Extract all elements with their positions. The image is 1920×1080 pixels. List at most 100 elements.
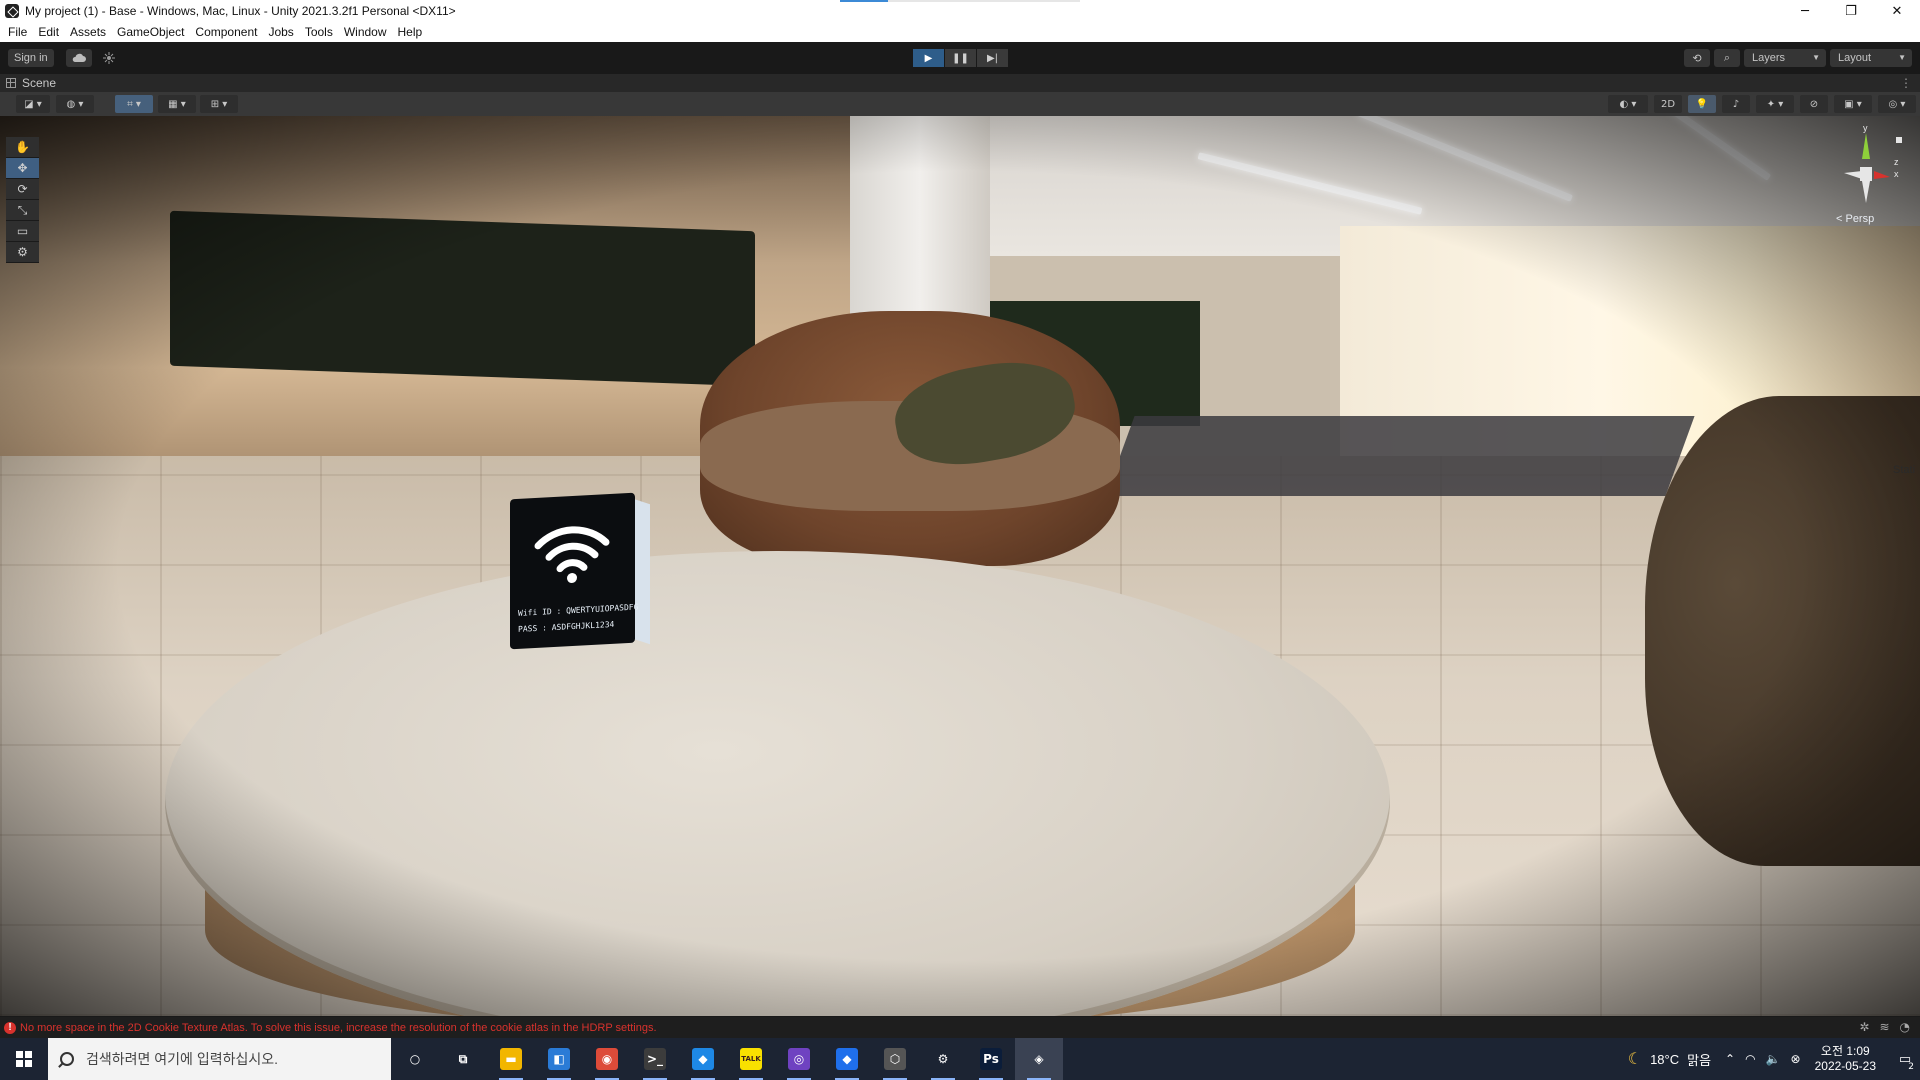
camera-settings-icon[interactable]: ▣ ▾ <box>1834 95 1872 113</box>
taskbar-photoshop-button[interactable]: Ps <box>967 1038 1015 1080</box>
layout-dropdown[interactable]: Layout ▼ <box>1830 49 1912 67</box>
layout-label: Layout <box>1838 52 1872 64</box>
menu-tools[interactable]: Tools <box>300 22 339 42</box>
bench-backrest <box>170 210 755 387</box>
taskbar-cortana-button[interactable]: ○ <box>391 1038 439 1080</box>
tab-scene[interactable]: Scene <box>6 74 56 92</box>
panel-menu-icon[interactable]: ⋮ <box>1900 76 1912 90</box>
scene-tools-overlay: ✋ ✥ ⟳ ⤡ ▭ ⚙ <box>6 137 39 263</box>
lighting-toggle-icon[interactable]: 💡 <box>1688 95 1716 113</box>
hidden-objects-icon[interactable]: ⊘ <box>1800 95 1828 113</box>
taskbar-sourcetree-button[interactable]: ◆ <box>823 1038 871 1080</box>
play-button[interactable]: ▶ <box>913 49 944 67</box>
toggle-2d-button[interactable]: 2D <box>1654 95 1682 113</box>
menu-edit[interactable]: Edit <box>33 22 65 42</box>
close-button[interactable]: ✕ <box>1874 0 1920 22</box>
cloud-icon[interactable] <box>66 49 92 67</box>
grid-toggle-icon[interactable]: ▦ ▾ <box>158 95 196 113</box>
stats-label: Stati <box>1893 464 1916 476</box>
render-mode-icon[interactable]: ◍ ▾ <box>56 95 94 113</box>
network-icon[interactable]: ◠ <box>1745 1052 1755 1066</box>
chevron-up-icon[interactable]: ⌃ <box>1725 1052 1735 1066</box>
weather-widget[interactable]: ☾ 18°C 맑음 <box>1628 1049 1711 1069</box>
taskbar-chrome-button[interactable]: ◉ <box>583 1038 631 1080</box>
unity-logo-icon <box>5 4 19 18</box>
layers-dropdown[interactable]: Layers ▼ <box>1744 49 1826 67</box>
menu-jobs[interactable]: Jobs <box>263 22 299 42</box>
scale-tool-icon[interactable]: ⤡ <box>6 200 39 221</box>
taskbar-terminal-button[interactable]: >_ <box>631 1038 679 1080</box>
audio-toggle-icon[interactable]: ♪ <box>1722 95 1750 113</box>
shading-mode-icon[interactable]: ◐ ▾ <box>1608 95 1648 113</box>
taskbar-unity-hub-button[interactable]: ⬡ <box>871 1038 919 1080</box>
ime-icon[interactable]: ⊗ <box>1791 1052 1801 1066</box>
taskbar-unity-button[interactable]: ◈ <box>1015 1038 1063 1080</box>
menu-gameobject[interactable]: GameObject <box>112 22 190 42</box>
scene-viewport[interactable]: Wifi ID : QWERTYUIOPASDFG PASS : ASDFGHJ… <box>0 116 1920 1016</box>
taskbar-store-button[interactable]: ◧ <box>535 1038 583 1080</box>
store-icon: ◧ <box>548 1048 570 1070</box>
maximize-button[interactable]: ❐ <box>1828 0 1874 22</box>
gizmo-y-label: y <box>1863 125 1868 133</box>
system-tray: ☾ 18°C 맑음 ⌃ ◠ 🔈 ⊗ 오전 1:09 2022-05-23 ▭ 2 <box>1628 1038 1920 1080</box>
taskbar-search-input[interactable]: 검색하려면 여기에 입력하십시오. <box>48 1038 391 1080</box>
sourcetree-icon: ◆ <box>836 1048 858 1070</box>
draw-mode-icon[interactable]: ◪ ▾ <box>16 95 50 113</box>
move-tool-icon[interactable]: ✥ <box>6 158 39 179</box>
effects-toggle-icon[interactable]: ✦ ▾ <box>1756 95 1794 113</box>
menu-help[interactable]: Help <box>393 22 429 42</box>
progress-icon[interactable]: ≋ <box>1879 1020 1889 1034</box>
taskbar-vscode-button[interactable]: ◆ <box>679 1038 727 1080</box>
snap-toggle-icon[interactable]: ⌗ ▾ <box>115 95 153 113</box>
error-icon: ! <box>4 1021 16 1034</box>
wifi-card: Wifi ID : QWERTYUIOPASDFG PASS : ASDFGHJ… <box>510 492 639 650</box>
moon-icon: ☾ <box>1627 1051 1643 1068</box>
taskbar-github-button[interactable]: ◎ <box>775 1038 823 1080</box>
taskbar-settings-button[interactable]: ⚙ <box>919 1038 967 1080</box>
clock-time: 오전 1:09 <box>1820 1044 1870 1058</box>
scene-tab-bar: Scene ⋮ <box>0 74 1920 92</box>
search-placeholder: 검색하려면 여기에 입력하십시오. <box>86 1051 278 1067</box>
transform-tool-icon[interactable]: ⚙ <box>6 242 39 263</box>
start-button[interactable] <box>0 1038 48 1080</box>
pause-button[interactable]: ❚❚ <box>945 49 976 67</box>
sign-in-button[interactable]: Sign in <box>8 49 54 67</box>
rect-tool-icon[interactable]: ▭ <box>6 221 39 242</box>
volume-icon[interactable]: 🔈 <box>1766 1052 1781 1066</box>
menu-component[interactable]: Component <box>190 22 263 42</box>
main-toolbar: Sign in ▶ ❚❚ ▶| ⟲ ⌕ Layers ▼ Layout ▼ <box>0 42 1920 74</box>
taskbar-task-view-button[interactable]: ⧉ <box>439 1038 487 1080</box>
scene-view-toolbar: ◪ ▾ ◍ ▾ ⌗ ▾ ▦ ▾ ⊞ ▾ ◐ ▾ 2D 💡 ♪ ✦ ▾ ⊘ ▣ ▾… <box>0 92 1920 116</box>
toolbar-right: ⟲ ⌕ Layers ▼ Layout ▼ <box>1684 49 1912 67</box>
increment-snap-icon[interactable]: ⊞ ▾ <box>200 95 238 113</box>
taskbar-kakaotalk-button[interactable]: TALK <box>727 1038 775 1080</box>
clock[interactable]: 오전 1:09 2022-05-23 <box>1815 1044 1876 1074</box>
auto-generate-icon[interactable]: ◔ <box>1900 1020 1910 1034</box>
menu-window[interactable]: Window <box>339 22 393 42</box>
file-explorer-icon: ▬ <box>500 1048 522 1070</box>
scene-grid-icon <box>6 78 16 88</box>
status-message[interactable]: No more space in the 2D Cookie Texture A… <box>20 1022 657 1034</box>
step-button[interactable]: ▶| <box>977 49 1008 67</box>
chevron-down-icon: ▼ <box>1812 53 1820 62</box>
console-status-bar[interactable]: ! No more space in the 2D Cookie Texture… <box>0 1017 1920 1038</box>
undo-history-icon[interactable]: ⟲ <box>1684 49 1710 67</box>
menu-file[interactable]: File <box>3 22 33 42</box>
rotate-tool-icon[interactable]: ⟳ <box>6 179 39 200</box>
collab-icon[interactable] <box>96 49 122 67</box>
status-right-icons: ✲ ≋ ◔ <box>1859 1020 1910 1034</box>
projection-label[interactable]: < Persp <box>1836 213 1874 225</box>
hand-tool-icon[interactable]: ✋ <box>6 137 39 158</box>
taskbar-file-explorer-button[interactable]: ▬ <box>487 1038 535 1080</box>
minimize-button[interactable]: ─ <box>1782 0 1828 22</box>
debug-mode-icon[interactable]: ✲ <box>1859 1020 1869 1034</box>
clock-date: 2022-05-23 <box>1814 1059 1876 1073</box>
kakaotalk-icon: TALK <box>740 1048 762 1070</box>
lock-icon[interactable] <box>1896 137 1902 143</box>
wifi-id-text: Wifi ID : QWERTYUIOPASDFG <box>518 602 639 618</box>
notification-center-icon[interactable]: ▭ 2 <box>1890 1038 1920 1080</box>
search-icon[interactable]: ⌕ <box>1714 49 1740 67</box>
title-progress-indicator <box>840 0 1080 2</box>
gizmos-toggle-icon[interactable]: ◎ ▾ <box>1878 95 1916 113</box>
menu-assets[interactable]: Assets <box>65 22 112 42</box>
